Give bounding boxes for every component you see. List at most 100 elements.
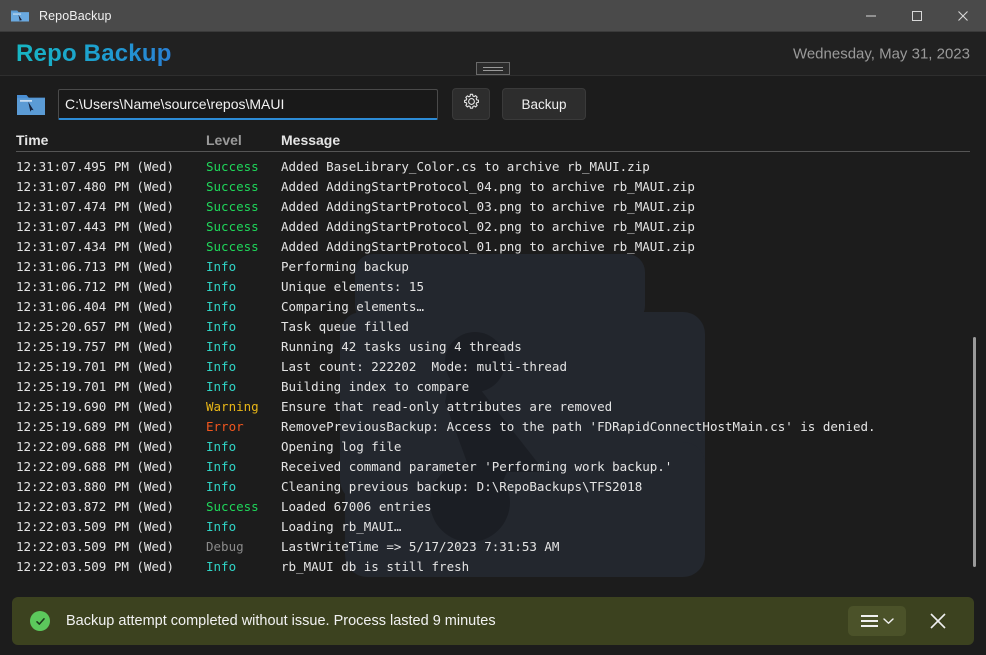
log-time: 12:31:07.434 PM (Wed) [16,238,175,254]
log-time: 12:22:03.872 PM (Wed) [16,498,175,514]
table-row[interactable]: 12:31:06.404 PM (Wed) Info Comparing eleme… [16,296,970,316]
log-scrollbar-thumb[interactable] [973,337,976,567]
table-row[interactable]: 12:25:20.657 PM (Wed) Info Task queue fill… [16,316,970,336]
app-window: RepoBackup Repo Backup Wednesday, May 31… [0,0,986,655]
log-level: Info [206,278,237,294]
log-message: Added AddingStartProtocol_02.png to arch… [281,218,695,234]
log-level: Info [206,358,237,374]
log-level: Info [206,258,237,274]
table-row[interactable]: 12:31:07.495 PM (Wed) Success Added BaseLi… [16,156,970,176]
log-time: 12:22:09.688 PM (Wed) [16,458,175,474]
log-time: 12:31:07.474 PM (Wed) [16,198,175,214]
log-time: 12:25:19.701 PM (Wed) [16,358,175,374]
toolbar: Backup [0,76,986,132]
table-row[interactable]: 12:31:07.443 PM (Wed) Success Added Adding… [16,216,970,236]
log-panel: Time Level Message 12:31:07.495 PM (Wed)… [0,132,986,593]
table-row[interactable]: 12:25:19.757 PM (Wed) Info Running 42 task… [16,336,970,356]
chevron-down-icon [882,612,894,630]
log-level: Success [206,238,259,254]
table-row[interactable]: 12:31:07.480 PM (Wed) Success Added Adding… [16,176,970,196]
log-message: Added AddingStartProtocol_03.png to arch… [281,198,695,214]
table-row[interactable]: 12:22:09.688 PM (Wed) Info Opening log fil… [16,436,970,456]
log-time: 12:22:09.688 PM (Wed) [16,438,175,454]
log-message: Opening log file [281,438,402,454]
folder-cursor-icon [10,6,30,26]
status-close-button[interactable] [916,601,960,641]
log-level: Success [206,158,259,174]
table-row[interactable]: 12:25:19.701 PM (Wed) Info Last count: 222… [16,356,970,376]
log-time: 12:22:03.509 PM (Wed) [16,538,175,554]
log-message: Ensure that read-only attributes are rem… [281,398,613,414]
log-level: Info [206,338,237,354]
log-level: Success [206,498,259,514]
table-row[interactable]: 12:22:03.509 PM (Wed) Info Loading rb_MAUI… [16,516,970,536]
table-row[interactable]: 12:22:03.509 PM (Wed) Info rb_MAUI db is s… [16,556,970,576]
window-title: RepoBackup [39,8,112,23]
hamburger-icon [860,615,878,627]
status-bar: Backup attempt completed without issue. … [12,597,974,645]
column-header-level: Level [206,132,242,148]
log-message: RemovePreviousBackup: Access to the path… [281,418,876,434]
log-message: Running 42 tasks using 4 threads [281,338,522,354]
log-level: Info [206,478,237,494]
maximize-button[interactable] [894,0,940,32]
log-level: Warning [206,398,259,414]
log-message: Cleaning previous backup: D:\RepoBackups… [281,478,643,494]
backup-button[interactable]: Backup [502,88,586,120]
title-bar: RepoBackup [0,0,986,32]
log-level: Success [206,178,259,194]
log-message: Loading rb_MAUI… [281,518,402,534]
gear-icon [463,93,480,115]
log-level: Info [206,298,237,314]
log-table-body[interactable]: 12:31:07.495 PM (Wed) Success Added BaseLi… [16,152,970,576]
minimize-button[interactable] [848,0,894,32]
log-level: Success [206,198,259,214]
close-button[interactable] [940,0,986,32]
log-time: 12:31:07.495 PM (Wed) [16,158,175,174]
log-level: Info [206,558,237,574]
log-level: Info [206,318,237,334]
repository-path-input[interactable] [58,88,438,120]
status-bar-container: Backup attempt completed without issue. … [0,593,986,655]
log-message: Added AddingStartProtocol_04.png to arch… [281,178,695,194]
status-menu-button[interactable] [848,606,906,636]
log-message: Last count: 222202 Mode: multi-thread [281,358,567,374]
table-row[interactable]: 12:31:06.712 PM (Wed) Info Unique elements… [16,276,970,296]
log-message: Unique elements: 15 [281,278,424,294]
log-message: Task queue filled [281,318,409,334]
log-message: Received command parameter 'Performing w… [281,458,673,474]
log-message: Loaded 67006 entries [281,498,432,514]
log-level: Error [206,418,244,434]
log-time: 12:31:06.712 PM (Wed) [16,278,175,294]
column-header-message: Message [281,132,341,148]
log-scrollbar[interactable] [968,132,980,593]
column-header-time: Time [16,132,49,148]
log-table-header: Time Level Message [16,132,970,152]
table-row[interactable]: 12:22:03.872 PM (Wed) Success Loaded 67006… [16,496,970,516]
log-time: 12:22:03.509 PM (Wed) [16,518,175,534]
log-level: Info [206,458,237,474]
window-drag-handle[interactable] [476,62,510,75]
log-message: LastWriteTime => 5/17/2023 7:31:53 AM [281,538,560,554]
page-title: Repo Backup [16,39,172,67]
app-header: Repo Backup Wednesday, May 31, 2023 [0,32,986,76]
table-row[interactable]: 12:22:09.688 PM (Wed) Info Received comman… [16,456,970,476]
log-time: 12:25:19.701 PM (Wed) [16,378,175,394]
log-message: Comparing elements… [281,298,424,314]
log-time: 12:22:03.880 PM (Wed) [16,478,175,494]
log-time: 12:31:07.443 PM (Wed) [16,218,175,234]
table-row[interactable]: 12:22:03.880 PM (Wed) Info Cleaning previo… [16,476,970,496]
settings-button[interactable] [452,88,490,120]
table-row[interactable]: 12:25:19.701 PM (Wed) Info Building index … [16,376,970,396]
log-level: Info [206,518,237,534]
log-time: 12:22:03.509 PM (Wed) [16,558,175,574]
table-row[interactable]: 12:25:19.690 PM (Wed) Warning Ensure that … [16,396,970,416]
log-time: 12:31:07.480 PM (Wed) [16,178,175,194]
table-row[interactable]: 12:31:07.434 PM (Wed) Success Added Adding… [16,236,970,256]
folder-cursor-icon[interactable] [16,91,46,117]
log-message: Building index to compare [281,378,470,394]
table-row[interactable]: 12:31:07.474 PM (Wed) Success Added Adding… [16,196,970,216]
table-row[interactable]: 12:22:03.509 PM (Wed) Debug LastWriteTime … [16,536,970,556]
table-row[interactable]: 12:25:19.689 PM (Wed) Error RemovePrevious… [16,416,970,436]
table-row[interactable]: 12:31:06.713 PM (Wed) Info Performing back… [16,256,970,276]
